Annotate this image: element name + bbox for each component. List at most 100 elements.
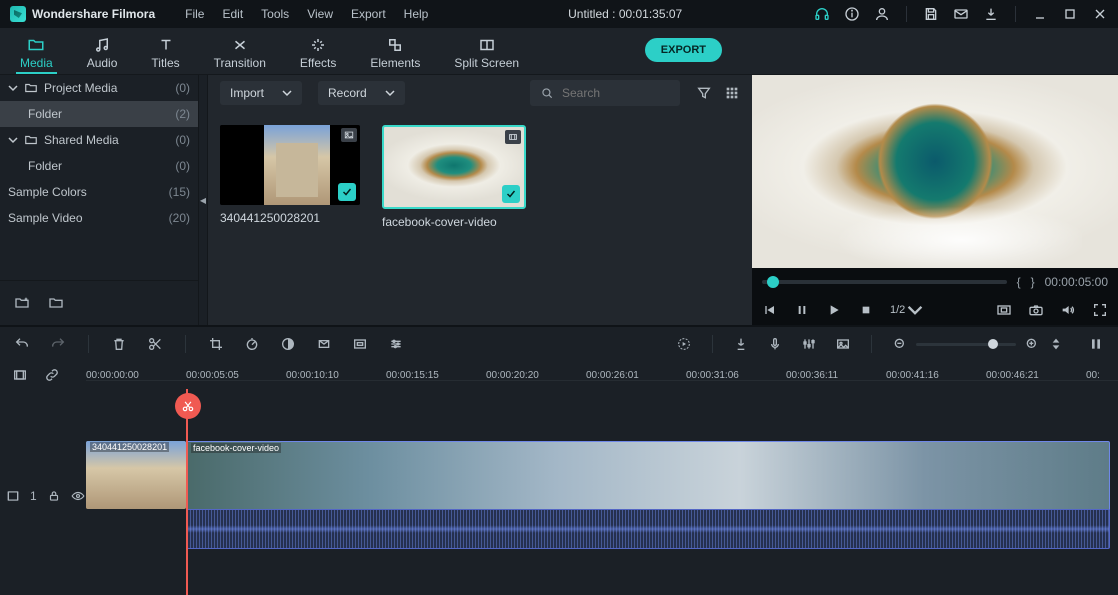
crop-icon[interactable] (208, 336, 224, 352)
user-icon[interactable] (874, 6, 890, 22)
zoom-out-icon[interactable] (892, 336, 908, 352)
eye-icon[interactable] (71, 489, 85, 503)
zoom-fit-icon[interactable] (1048, 336, 1064, 352)
info-icon[interactable] (844, 6, 860, 22)
check-icon[interactable] (502, 185, 520, 203)
headphones-icon[interactable] (814, 6, 830, 22)
download-icon[interactable] (983, 6, 999, 22)
sidebar-group-project[interactable]: Project Media (0) (0, 75, 198, 101)
title-bar: Wondershare Filmora File Edit Tools View… (0, 0, 1118, 28)
tool-tabs: Media Audio Titles Transition Effects El… (0, 28, 1118, 75)
volume-icon[interactable] (1060, 302, 1076, 318)
cut-icon[interactable] (147, 336, 163, 352)
fit-icon[interactable] (352, 336, 368, 352)
adjust-icon[interactable] (388, 336, 404, 352)
media-item[interactable]: 340441250028201 (220, 125, 360, 229)
picture-icon[interactable] (835, 336, 851, 352)
tab-media[interactable]: Media (20, 36, 53, 74)
transition-icon (231, 36, 249, 54)
playhead-line (186, 389, 188, 595)
search-icon (540, 86, 554, 100)
audio-track-clip[interactable] (186, 509, 1110, 549)
zoom-knob[interactable] (988, 339, 998, 349)
menu-tools[interactable]: Tools (253, 3, 297, 25)
sidebar-item-shared-folder-label: Folder (28, 159, 62, 173)
import-dropdown[interactable]: Import (220, 81, 302, 105)
search-box[interactable] (530, 80, 680, 106)
mixer-icon[interactable] (801, 336, 817, 352)
trim-close[interactable]: } (1031, 275, 1035, 289)
tab-split-screen[interactable]: Split Screen (454, 36, 519, 74)
link-icon[interactable] (12, 367, 28, 383)
prev-icon[interactable] (762, 302, 778, 318)
fullscreen-icon[interactable] (1092, 302, 1108, 318)
zoom-slider[interactable] (916, 343, 1016, 346)
playback-rate[interactable]: 1/2 (890, 302, 923, 318)
timeline-clip[interactable]: facebook-cover-video (186, 441, 1110, 511)
search-input[interactable] (560, 85, 654, 101)
timeline-clip[interactable]: 340441250028201 (86, 441, 186, 509)
tab-elements[interactable]: Elements (370, 36, 420, 74)
camera-icon[interactable] (1028, 302, 1044, 318)
sidebar-sample-video[interactable]: Sample Video (20) (0, 205, 198, 231)
chevron-down-icon (8, 135, 18, 145)
timeline-ruler[interactable]: 00:00:00:00 00:00:05:05 00:00:10:10 00:0… (0, 361, 1118, 389)
chain-icon[interactable] (44, 367, 60, 383)
lock-icon[interactable] (47, 489, 61, 503)
media-item[interactable]: facebook-cover-video (382, 125, 522, 229)
delete-icon[interactable] (111, 336, 127, 352)
folder-icon (24, 133, 38, 147)
sidebar-collapse-handle[interactable]: ◀ (199, 75, 208, 325)
screenshot-icon[interactable] (996, 302, 1012, 318)
stop-icon[interactable] (858, 302, 874, 318)
speed-icon[interactable] (244, 336, 260, 352)
progress-knob[interactable] (767, 276, 779, 288)
preview-progress[interactable] (762, 280, 1007, 284)
menu-export[interactable]: Export (343, 3, 394, 25)
pause-columns-icon[interactable] (1088, 336, 1104, 352)
mic-icon[interactable] (767, 336, 783, 352)
media-view-icons (696, 85, 740, 101)
marker-icon[interactable] (733, 336, 749, 352)
record-dropdown[interactable]: Record (318, 81, 405, 105)
media-caption: facebook-cover-video (382, 215, 522, 229)
undo-icon[interactable] (14, 336, 30, 352)
menu-file[interactable]: File (177, 3, 212, 25)
check-icon[interactable] (338, 183, 356, 201)
play-icon[interactable] (826, 302, 842, 318)
menu-help[interactable]: Help (396, 3, 437, 25)
clip-label: 340441250028201 (90, 442, 169, 452)
close-icon[interactable] (1092, 6, 1108, 22)
preview-canvas[interactable] (752, 75, 1118, 268)
sidebar-sample-colors[interactable]: Sample Colors (15) (0, 179, 198, 205)
tab-effects[interactable]: Effects (300, 36, 336, 74)
sidebar-sample-video-count: (20) (169, 211, 190, 225)
mail-icon[interactable] (953, 6, 969, 22)
sidebar-group-shared[interactable]: Shared Media (0) (0, 127, 198, 153)
sidebar-item-folder[interactable]: Folder (2) (0, 101, 198, 127)
trim-open[interactable]: { (1017, 275, 1021, 289)
menu-view[interactable]: View (299, 3, 341, 25)
grid-icon[interactable] (724, 85, 740, 101)
sidebar-item-shared-folder[interactable]: Folder (0) (0, 153, 198, 179)
tab-transition[interactable]: Transition (214, 36, 266, 74)
playhead-scissors[interactable] (175, 393, 201, 419)
freeze-icon[interactable] (316, 336, 332, 352)
color-icon[interactable] (280, 336, 296, 352)
zoom-in-icon[interactable] (1024, 336, 1040, 352)
save-icon[interactable] (923, 6, 939, 22)
menu-edit[interactable]: Edit (214, 3, 251, 25)
export-button[interactable]: EXPORT (645, 38, 722, 62)
track-index: 1 (30, 489, 37, 503)
tab-audio[interactable]: Audio (87, 36, 118, 74)
new-folder-icon[interactable] (14, 295, 30, 311)
filter-icon[interactable] (696, 85, 712, 101)
minimize-icon[interactable] (1032, 6, 1048, 22)
tab-titles[interactable]: Titles (151, 36, 179, 74)
render-icon[interactable] (676, 336, 692, 352)
maximize-icon[interactable] (1062, 6, 1078, 22)
timeline-tracks[interactable]: 1 340441250028201 facebook-cover-video (0, 389, 1118, 595)
pause-icon[interactable] (794, 302, 810, 318)
redo-icon[interactable] (50, 336, 66, 352)
folder-icon[interactable] (48, 295, 64, 311)
